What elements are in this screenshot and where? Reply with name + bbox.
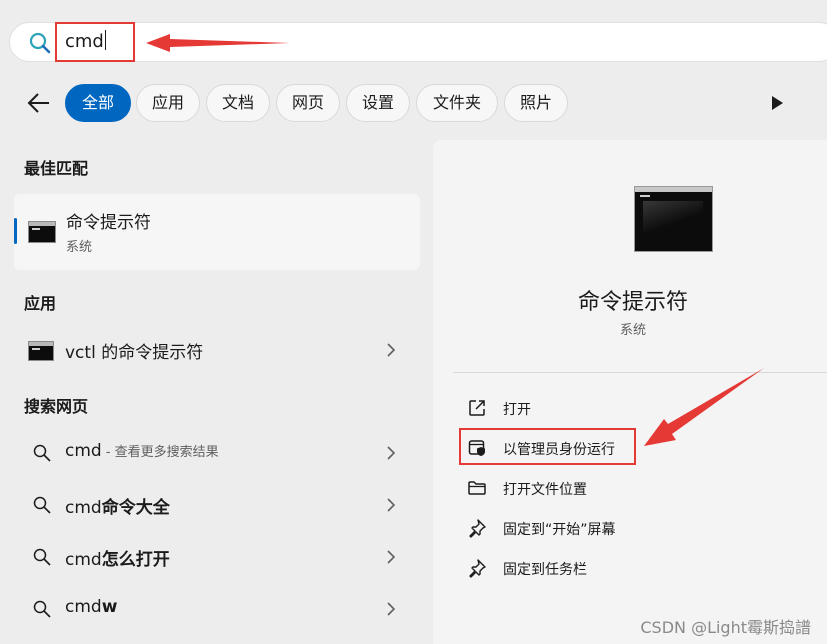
open-external-icon bbox=[469, 400, 485, 416]
folder-icon bbox=[468, 481, 486, 495]
chevron-right-icon[interactable] bbox=[386, 343, 396, 357]
text-caret bbox=[104, 30, 106, 50]
command-prompt-icon bbox=[28, 341, 54, 361]
web-result-label: cmd怎么打开 bbox=[65, 550, 170, 570]
section-web: 搜索网页 bbox=[24, 397, 89, 416]
chevron-right-icon[interactable] bbox=[386, 550, 396, 564]
command-prompt-icon bbox=[28, 221, 56, 243]
detail-subtitle: 系统 bbox=[619, 323, 646, 338]
search-icon bbox=[33, 600, 51, 618]
filter-apps[interactable]: 应用 bbox=[136, 84, 200, 122]
search-input[interactable]: cmd bbox=[65, 30, 106, 54]
web-result-label: cmdw bbox=[65, 597, 118, 617]
web-result[interactable]: cmd - 查看更多搜索结果 bbox=[14, 430, 420, 476]
action-pin-to-taskbar[interactable]: 固定到任务栏 bbox=[455, 551, 825, 585]
filter-web[interactable]: 网页 bbox=[276, 84, 340, 122]
action-open-file-location[interactable]: 打开文件位置 bbox=[455, 471, 825, 505]
search-icon bbox=[29, 32, 51, 54]
more-filters-play-icon[interactable] bbox=[770, 95, 784, 111]
search-bar[interactable]: cmd bbox=[9, 22, 827, 62]
filter-folders[interactable]: 文件夹 bbox=[416, 84, 498, 122]
action-label: 固定到“开始”屏幕 bbox=[503, 522, 616, 538]
best-match-subtitle: 系统 bbox=[66, 240, 93, 255]
web-result[interactable]: cmdw bbox=[14, 586, 420, 632]
pin-icon bbox=[469, 559, 486, 578]
web-result[interactable]: cmd命令大全 bbox=[14, 482, 420, 528]
search-query: cmd bbox=[65, 31, 104, 52]
action-label: 打开 bbox=[503, 402, 531, 418]
pin-icon bbox=[469, 519, 486, 538]
filter-documents[interactable]: 文档 bbox=[206, 84, 270, 122]
filter-all[interactable]: 全部 bbox=[65, 84, 131, 122]
action-label: 固定到任务栏 bbox=[503, 562, 587, 578]
filter-photos[interactable]: 照片 bbox=[504, 84, 568, 122]
detail-title: 命令提示符 bbox=[577, 290, 688, 315]
web-result-label: cmd - 查看更多搜索结果 bbox=[65, 441, 219, 461]
search-icon bbox=[33, 444, 51, 462]
action-run-as-admin[interactable]: 以管理员身份运行 bbox=[455, 431, 825, 465]
action-open[interactable]: 打开 bbox=[455, 391, 825, 425]
app-result-label: vctl 的命令提示符 bbox=[65, 343, 204, 363]
divider bbox=[453, 372, 827, 373]
search-icon bbox=[33, 548, 51, 566]
web-result-label: cmd命令大全 bbox=[65, 498, 170, 518]
best-match-title: 命令提示符 bbox=[66, 213, 151, 233]
app-result-vctl-cmd[interactable]: vctl 的命令提示符 bbox=[14, 327, 420, 373]
chevron-right-icon[interactable] bbox=[386, 446, 396, 460]
section-best-match: 最佳匹配 bbox=[24, 159, 89, 178]
web-result[interactable]: cmd怎么打开 bbox=[14, 534, 420, 580]
action-pin-to-start[interactable]: 固定到“开始”屏幕 bbox=[455, 511, 825, 545]
back-arrow-icon[interactable] bbox=[26, 90, 52, 116]
search-icon bbox=[33, 496, 51, 514]
action-label: 打开文件位置 bbox=[503, 482, 587, 498]
selection-indicator bbox=[14, 218, 17, 244]
section-apps: 应用 bbox=[24, 294, 57, 313]
command-prompt-large-icon bbox=[634, 186, 713, 252]
action-label: 以管理员身份运行 bbox=[503, 442, 615, 458]
chevron-right-icon[interactable] bbox=[386, 498, 396, 512]
chevron-right-icon[interactable] bbox=[386, 602, 396, 616]
run-as-admin-shield-icon bbox=[468, 440, 485, 456]
filter-settings[interactable]: 设置 bbox=[346, 84, 410, 122]
watermark: CSDN @Light霉斯捣譜 bbox=[640, 618, 811, 637]
